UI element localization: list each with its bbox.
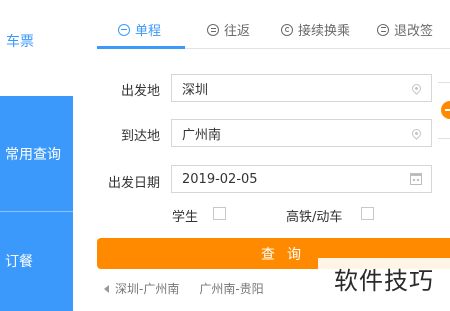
departure-date-value: 2019-02-05 (182, 171, 258, 187)
tab-one-way[interactable]: 单程 (118, 20, 161, 39)
swap-connector-bottom (438, 138, 450, 139)
sidebar-top[interactable]: 车票 (0, 0, 73, 96)
highspeed-label: 高铁/动车 (286, 210, 343, 225)
location-pin-icon[interactable] (410, 81, 423, 95)
history-item[interactable]: 深圳-广州南 (115, 280, 179, 297)
sidebar-item-label: 常用查询 (5, 146, 61, 163)
to-label: 到达地 (120, 129, 160, 144)
student-checkbox[interactable] (213, 207, 226, 220)
watermark: 软件技巧 (318, 258, 450, 298)
tab-label: 往返 (224, 24, 251, 39)
from-label: 出发地 (120, 84, 160, 99)
from-station-value: 深圳 (182, 82, 209, 98)
sidebar-item-meal-order[interactable]: 订餐 (0, 211, 73, 311)
query-button-label: 查询 (261, 246, 313, 263)
history-prev-arrow-icon[interactable] (104, 284, 109, 293)
from-station-input[interactable]: 深圳 (171, 74, 432, 102)
swap-stations-button[interactable] (441, 101, 450, 119)
tab-round-trip[interactable]: 往返 (207, 20, 250, 39)
equals-circle-icon (207, 23, 219, 36)
to-station-input[interactable]: 广州南 (171, 119, 432, 147)
sidebar-blue-panel: 常用查询 订餐 (0, 96, 73, 311)
trip-type-tabs: 单程 往返 接续换乘 退改签 (97, 10, 450, 49)
tab-label: 接续换乘 (298, 24, 351, 39)
transfer-circle-icon (281, 23, 293, 36)
watermark-text: 软件技巧 (334, 266, 434, 295)
sidebar-item-tickets[interactable]: 车票 (6, 31, 34, 51)
date-label: 出发日期 (107, 176, 160, 191)
sidebar: 车票 常用查询 订餐 (0, 0, 73, 311)
sidebar-item-common-query[interactable]: 常用查询 (0, 96, 73, 211)
list-circle-icon (377, 23, 389, 36)
calendar-icon[interactable] (410, 173, 422, 185)
history-item[interactable]: 广州南-贵阳 (199, 280, 263, 297)
active-tab-indicator (97, 46, 185, 49)
student-label: 学生 (172, 210, 199, 225)
location-pin-icon[interactable] (410, 126, 423, 140)
minus-circle-icon (118, 23, 130, 36)
tab-label: 单程 (135, 24, 162, 39)
tab-label: 退改签 (394, 24, 434, 39)
sidebar-item-label: 订餐 (5, 254, 33, 270)
highspeed-checkbox[interactable] (361, 207, 374, 220)
departure-date-input[interactable]: 2019-02-05 (171, 165, 432, 193)
search-history: 深圳-广州南 广州南-贵阳 (104, 280, 264, 297)
tab-refund-change[interactable]: 退改签 (377, 20, 433, 39)
to-station-value: 广州南 (182, 127, 222, 143)
swap-connector-top (438, 82, 450, 83)
tab-transfer[interactable]: 接续换乘 (281, 20, 350, 39)
